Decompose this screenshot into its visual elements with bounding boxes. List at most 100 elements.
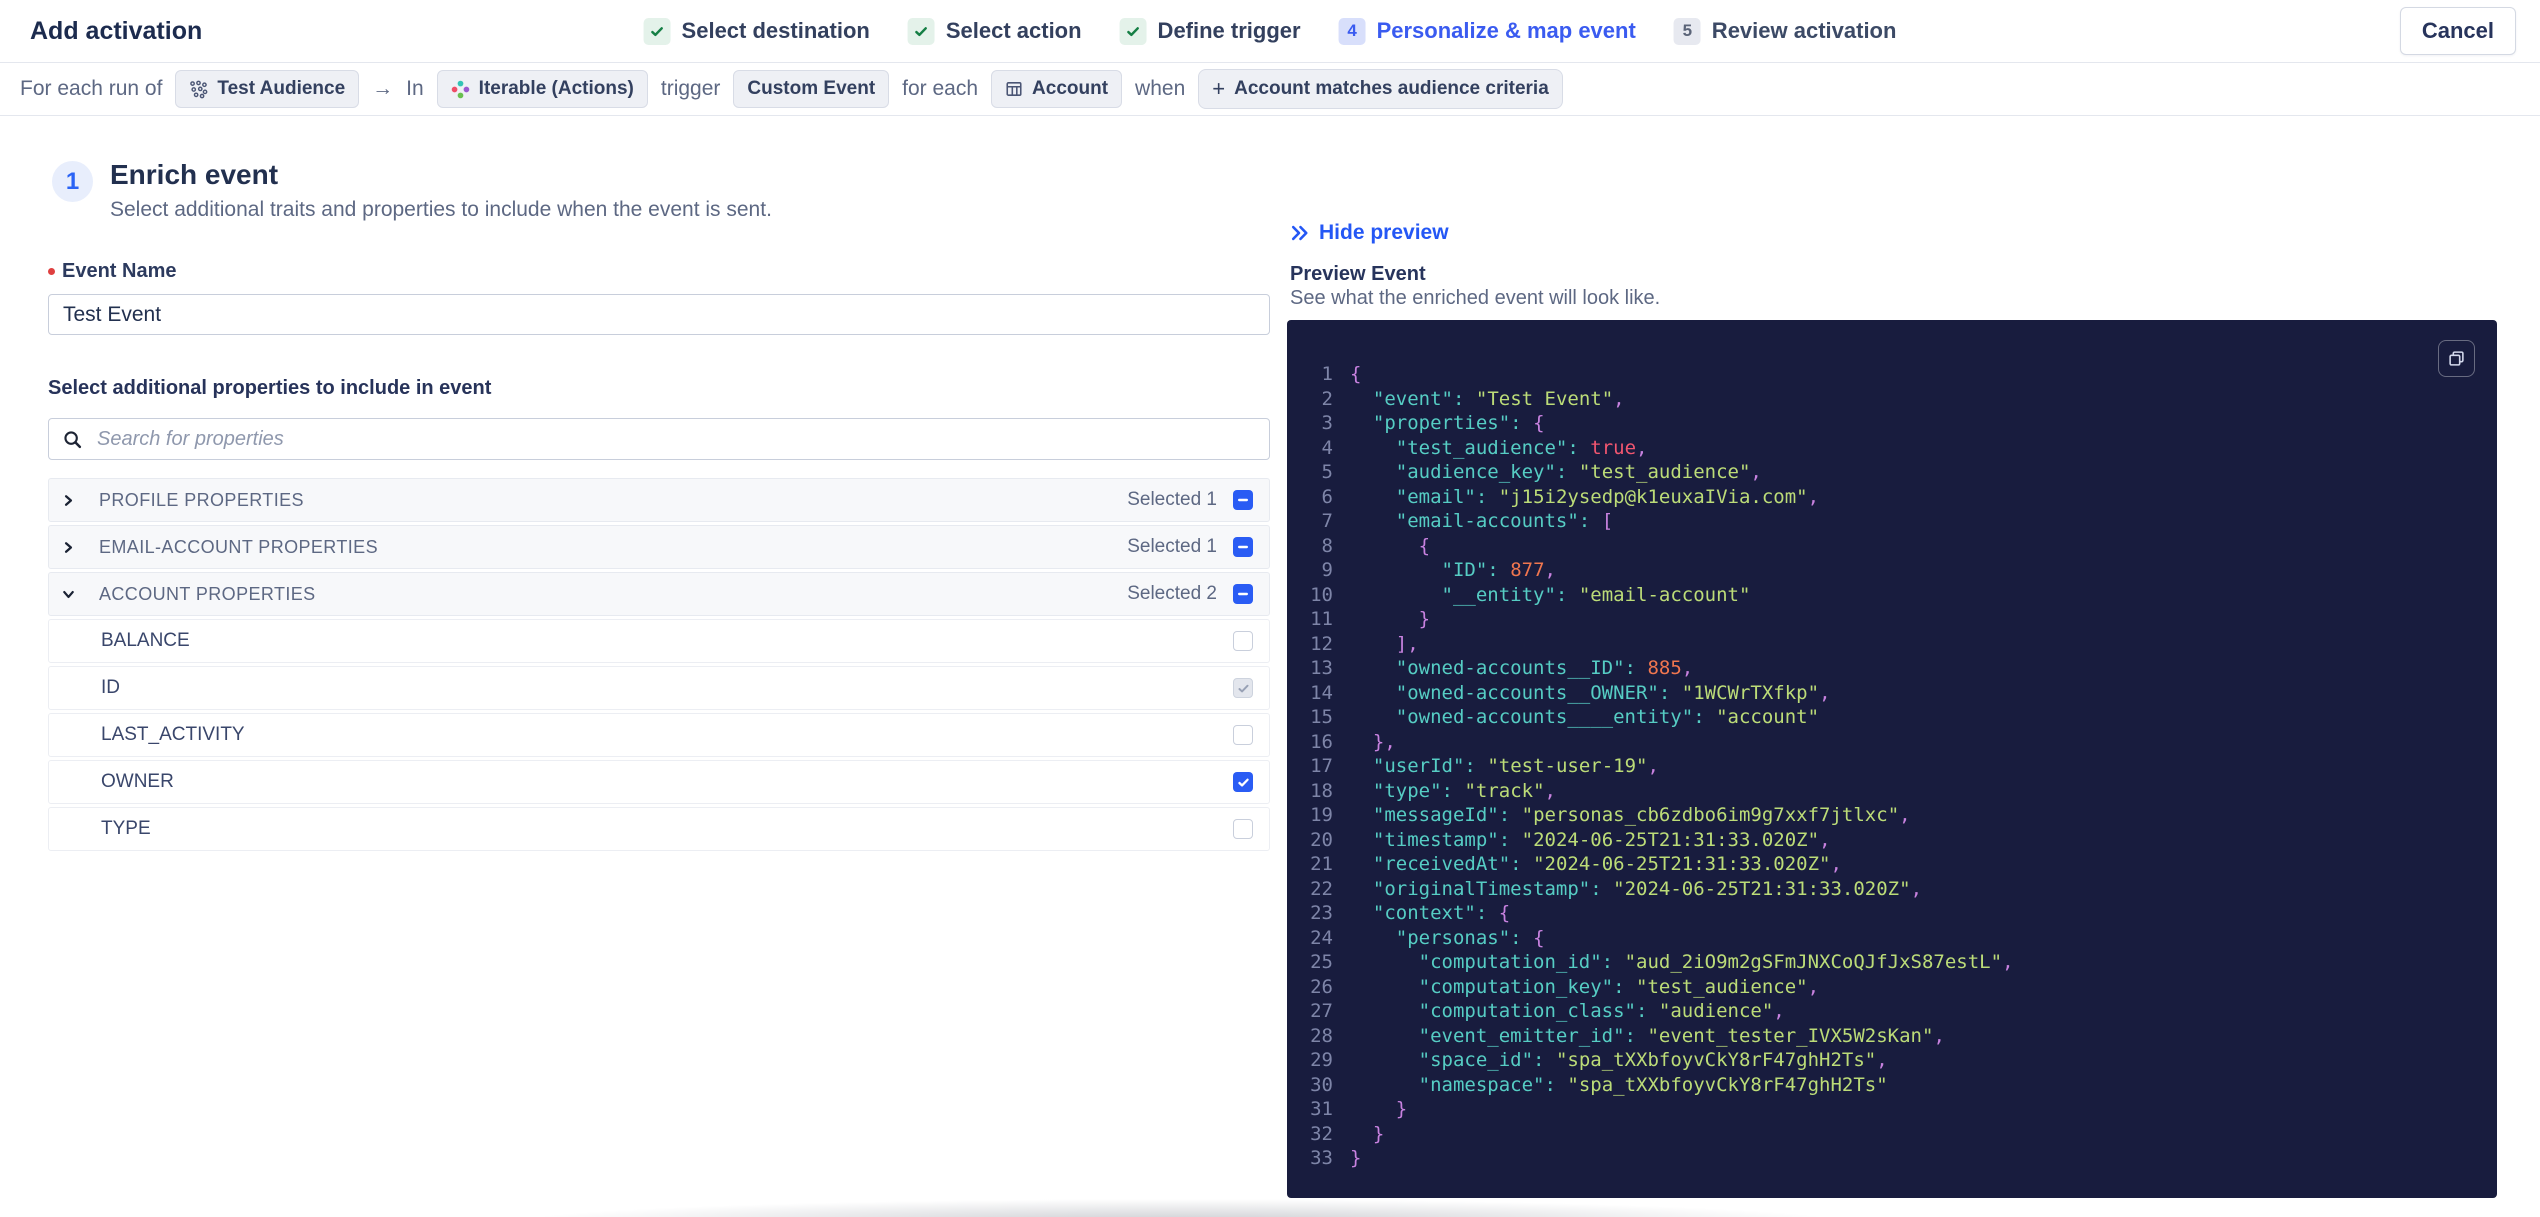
stepper: Select destination Select action Define tr… [643,17,1896,45]
chip-label: Account matches audience criteria [1234,78,1549,99]
trigger-summary-bar: For each run of Test Audience → In Iterable … [0,63,2540,116]
chevron-down-icon [61,588,75,601]
selected-count: Selected 2 [1127,583,1217,604]
code-line: 13 "owned-accounts__ID": 885, [1287,656,2479,681]
plus-icon: + [1212,76,1226,101]
code-line: 2 "event": "Test Event", [1287,387,2479,412]
code-line: 17 "userId": "test-user-19", [1287,754,2479,779]
stepper-item-select-destination[interactable]: Select destination [643,17,870,45]
property-checkbox[interactable] [1233,819,1253,839]
chip-account[interactable]: Account [991,70,1123,108]
property-row-type[interactable]: TYPE [48,807,1270,851]
code-text: "owned-accounts__ID": 885, [1395,657,1694,679]
code-text: "userId": "test-user-19", [1372,755,1659,777]
property-row-owner[interactable]: OWNER [48,760,1270,804]
group-checkbox[interactable] [1233,584,1253,604]
stepper-item-review-activation[interactable]: 5 Review activation [1673,17,1896,45]
chip-label: Iterable (Actions) [478,78,634,99]
group-checkbox[interactable] [1233,537,1253,557]
property-checkbox[interactable] [1233,631,1253,651]
code-text: "namespace": "spa_tXXbfoyvCkY8rF47ghH2Ts… [1418,1073,1888,1096]
property-checkbox[interactable] [1233,678,1253,698]
code-text: "originalTimestamp": "2024-06-25T21:31:3… [1372,877,1923,900]
group-name: ACCOUNT PROPERTIES [99,583,316,604]
trigger-text: for each [902,77,979,100]
code-line: 22 "originalTimestamp": "2024-06-25T21:3… [1287,877,2479,902]
stepper-item-label: Select action [945,18,1082,43]
code-text: "event_emitter_id": "event_tester_IVX5W2… [1418,1024,1945,1047]
code-text: "event": "Test Event", [1372,387,1625,410]
line-number: 6 [1321,485,1333,508]
property-row-id[interactable]: ID [48,666,1270,710]
copy-icon [2448,350,2465,367]
required-dot-icon [48,268,55,275]
line-number: 23 [1310,902,1333,924]
property-checkbox[interactable] [1233,772,1253,792]
code-text: "__entity": "email-account" [1441,583,1751,606]
code-line: 27 "computation_class": "audience", [1287,999,2479,1024]
line-number: 29 [1310,1049,1333,1071]
group-profile-properties[interactable]: PROFILE PROPERTIES Selected 1 [48,478,1270,522]
chip-account-matches-audience-criteria[interactable]: + Account matches audience criteria [1198,69,1563,109]
code-text: "type": "track", [1372,779,1556,802]
line-number: 16 [1310,730,1333,753]
hide-preview-label: Hide preview [1319,221,1449,244]
search-input[interactable] [95,418,1269,460]
line-number: 20 [1310,828,1333,851]
event-name-input[interactable] [48,294,1270,335]
chip-custom-event[interactable]: Custom Event [733,70,890,108]
preview-section: Hide preview Preview Event See what the … [1287,115,2497,1215]
group-account-properties[interactable]: ACCOUNT PROPERTIES Selected 2 [48,572,1270,616]
line-number: 21 [1310,853,1333,875]
property-name: ID [101,677,120,698]
search-box [48,418,1270,460]
step-number-badge: 1 [52,161,93,202]
enrich-event-form: Event Name Select additional properties … [48,260,1270,851]
copy-button[interactable] [2438,340,2475,377]
code-line: 3 "properties": { [1287,411,2479,436]
cancel-button[interactable]: Cancel [2399,7,2516,55]
chip-test-audience[interactable]: Test Audience [175,70,360,108]
line-number: 15 [1310,706,1333,728]
code-line: 12 ], [1287,632,2479,657]
stepper-item-define-trigger[interactable]: Define trigger [1119,17,1301,45]
page: { "header": { "title": "Add activation",… [0,0,2540,1217]
step-check-icon [643,17,671,45]
line-number: 33 [1310,1147,1333,1169]
group-email-account-properties[interactable]: EMAIL-ACCOUNT PROPERTIES Selected 1 [48,525,1270,569]
property-name: BALANCE [101,630,190,651]
property-row-balance[interactable]: BALANCE [48,619,1270,663]
line-number: 30 [1310,1073,1333,1096]
step-number-badge: 5 [1673,17,1701,45]
code-line: 7 "email-accounts": [ [1287,509,2479,534]
code-line: 14 "owned-accounts__OWNER": "1WCWrTXfkp"… [1287,681,2479,706]
line-number: 2 [1321,387,1333,410]
hide-preview-link[interactable]: Hide preview [1290,221,1449,245]
code-line: 19 "messageId": "personas_cb6zdbo6im9g7x… [1287,803,2479,828]
code-text: "computation_id": "aud_2iO9m2gSFmJNXCoQJ… [1418,951,2014,973]
line-number: 11 [1310,608,1333,630]
line-number: 4 [1321,436,1333,459]
code-line: 30 "namespace": "spa_tXXbfoyvCkY8rF47ghH… [1287,1073,2479,1098]
code-text: "context": { [1372,902,1511,924]
chip-iterable-actions[interactable]: Iterable (Actions) [436,70,648,108]
code-text: } [1372,1122,1385,1145]
property-checkbox[interactable] [1233,725,1253,745]
line-number: 1 [1321,363,1333,385]
stepper-item-select-action[interactable]: Select action [907,17,1082,45]
property-row-last-activity[interactable]: LAST_ACTIVITY [48,713,1270,757]
stepper-item-personalize-map-event[interactable]: 4 Personalize & map event [1338,17,1636,45]
step-check-icon [1119,17,1147,45]
code-line: 9 "ID": 877, [1287,558,2479,583]
code-text: } [1418,608,1431,630]
line-number: 28 [1310,1024,1333,1047]
preview-description: See what the enriched event will look li… [1290,287,1661,309]
group-checkbox[interactable] [1233,490,1253,510]
code-text: ], [1395,632,1419,655]
section-subtitle: Select additional traits and properties … [110,198,772,221]
property-groups: PROFILE PROPERTIES Selected 1 EMAIL-ACCOUN… [48,478,1270,851]
trigger-text: For each run of [20,77,163,100]
code-line: 25 "computation_id": "aud_2iO9m2gSFmJNXC… [1287,950,2479,975]
code-text: "test_audience": true, [1395,436,1648,459]
code-text: "receivedAt": "2024-06-25T21:31:33.020Z"… [1372,853,1842,875]
